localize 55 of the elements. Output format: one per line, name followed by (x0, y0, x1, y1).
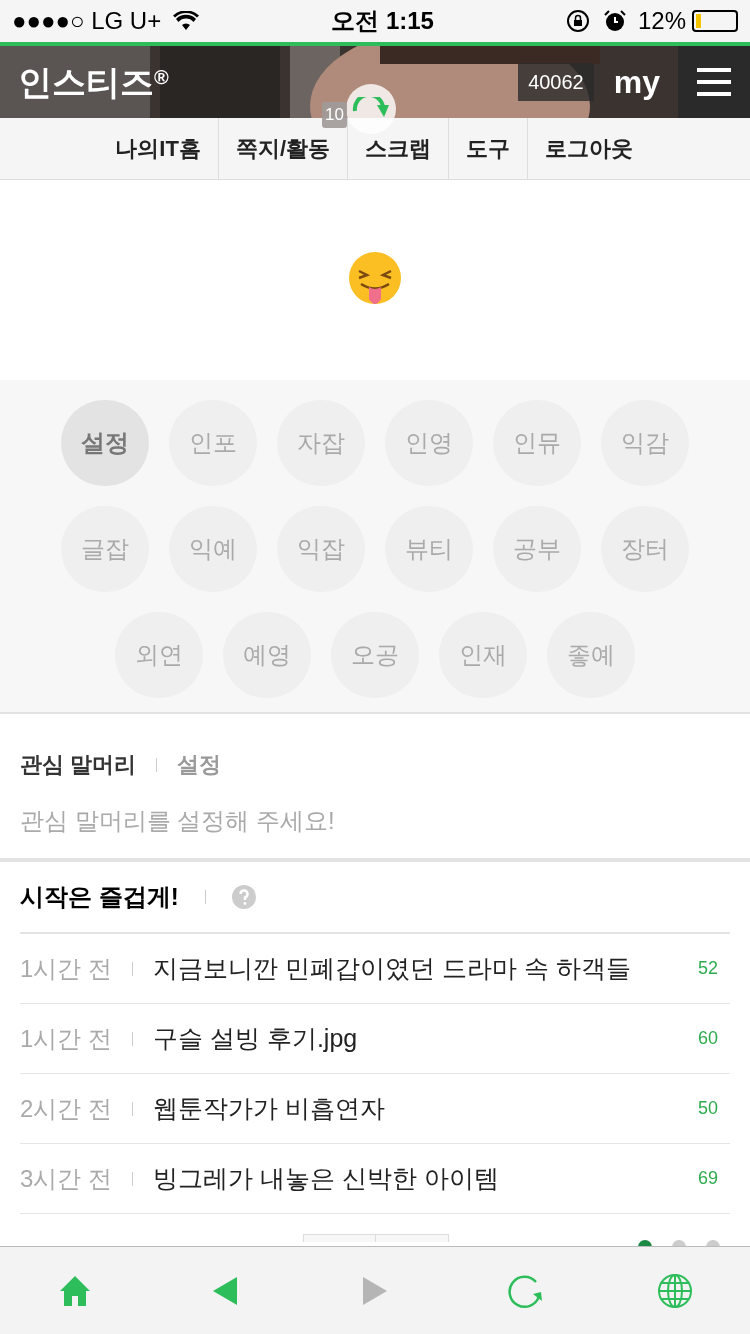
category-chip[interactable]: 장터 (601, 506, 689, 592)
category-chip[interactable]: 오공 (331, 612, 419, 698)
carrier-text: ●●●●○ LG U+ (12, 6, 162, 36)
post-time: 1시간 전 (20, 953, 112, 984)
comment-count: 60 (697, 1027, 718, 1050)
notification-count[interactable]: 40062 (518, 63, 594, 101)
wifi-icon (173, 11, 200, 31)
post-title[interactable]: 웹툰작가가 비흡연자 (153, 1089, 698, 1128)
nav-link[interactable]: 도구 (466, 132, 510, 165)
comment-count: 50 (697, 1097, 718, 1120)
post-title[interactable]: 지금보니깐 민폐갑이였던 드라마 속 하객들 (153, 949, 698, 988)
rotation-lock-icon (565, 9, 590, 33)
category-chip[interactable]: 뷰티 (385, 506, 473, 592)
site-logo[interactable]: 인스티즈$^{®}$ (18, 56, 169, 108)
post-title[interactable]: 빙그레가 내놓은 신박한 아이템 (153, 1159, 698, 1198)
nav-link[interactable]: 나의IT홈 (115, 132, 201, 165)
battery-icon (692, 10, 738, 32)
nav-link[interactable]: 스크랩 (365, 132, 431, 165)
category-chip[interactable]: 익잡 (277, 506, 365, 592)
battery-percent: 12% (637, 6, 686, 36)
category-chip[interactable]: 설정 (61, 400, 149, 486)
category-chip[interactable]: 외연 (115, 612, 203, 698)
clock-text: 오전 1:15 (331, 6, 434, 36)
category-chip[interactable]: 자잡 (277, 400, 365, 486)
category-chip[interactable]: 인재 (439, 612, 527, 698)
category-chip[interactable]: 좋예 (547, 612, 635, 698)
category-chip[interactable]: 인영 (385, 400, 473, 486)
help-icon[interactable] (231, 885, 256, 909)
post-time: 3시간 전 (20, 1163, 112, 1194)
home-icon[interactable] (58, 1273, 92, 1308)
category-chip[interactable]: 예영 (223, 612, 311, 698)
post-time: 2시간 전 (20, 1093, 112, 1124)
category-chip[interactable]: 인뮤 (493, 400, 581, 486)
section-title: 시작은 즐겁게! (20, 882, 179, 912)
comment-count: 69 (697, 1167, 718, 1190)
nav-link[interactable]: 로그아웃 (545, 132, 633, 165)
settings-link[interactable]: 설정 (177, 748, 222, 781)
category-chip[interactable]: 익감 (601, 400, 689, 486)
alarm-icon (603, 10, 626, 32)
post-time: 1시간 전 (20, 1023, 112, 1054)
category-chip[interactable]: 익예 (169, 506, 257, 592)
category-chip[interactable]: 글잡 (61, 506, 149, 592)
nav-link[interactable]: 쪽지/활동 (235, 132, 330, 165)
comment-count: 52 (697, 957, 718, 980)
hint-text: 관심 말머리를 설정해 주세요! (20, 806, 336, 836)
post-title[interactable]: 구슬 설빙 후기.jpg (153, 1019, 698, 1058)
back-icon[interactable] (213, 1276, 237, 1305)
my-link[interactable]: my (613, 58, 660, 106)
section-title: 관심 말머리 (20, 751, 137, 779)
scrap-count-badge: 10 (322, 102, 347, 128)
menu-icon (697, 68, 731, 96)
category-chip[interactable]: 공부 (493, 506, 581, 592)
globe-icon[interactable] (657, 1272, 693, 1309)
category-chip[interactable]: 인포 (169, 400, 257, 486)
menu-button[interactable] (678, 46, 750, 118)
